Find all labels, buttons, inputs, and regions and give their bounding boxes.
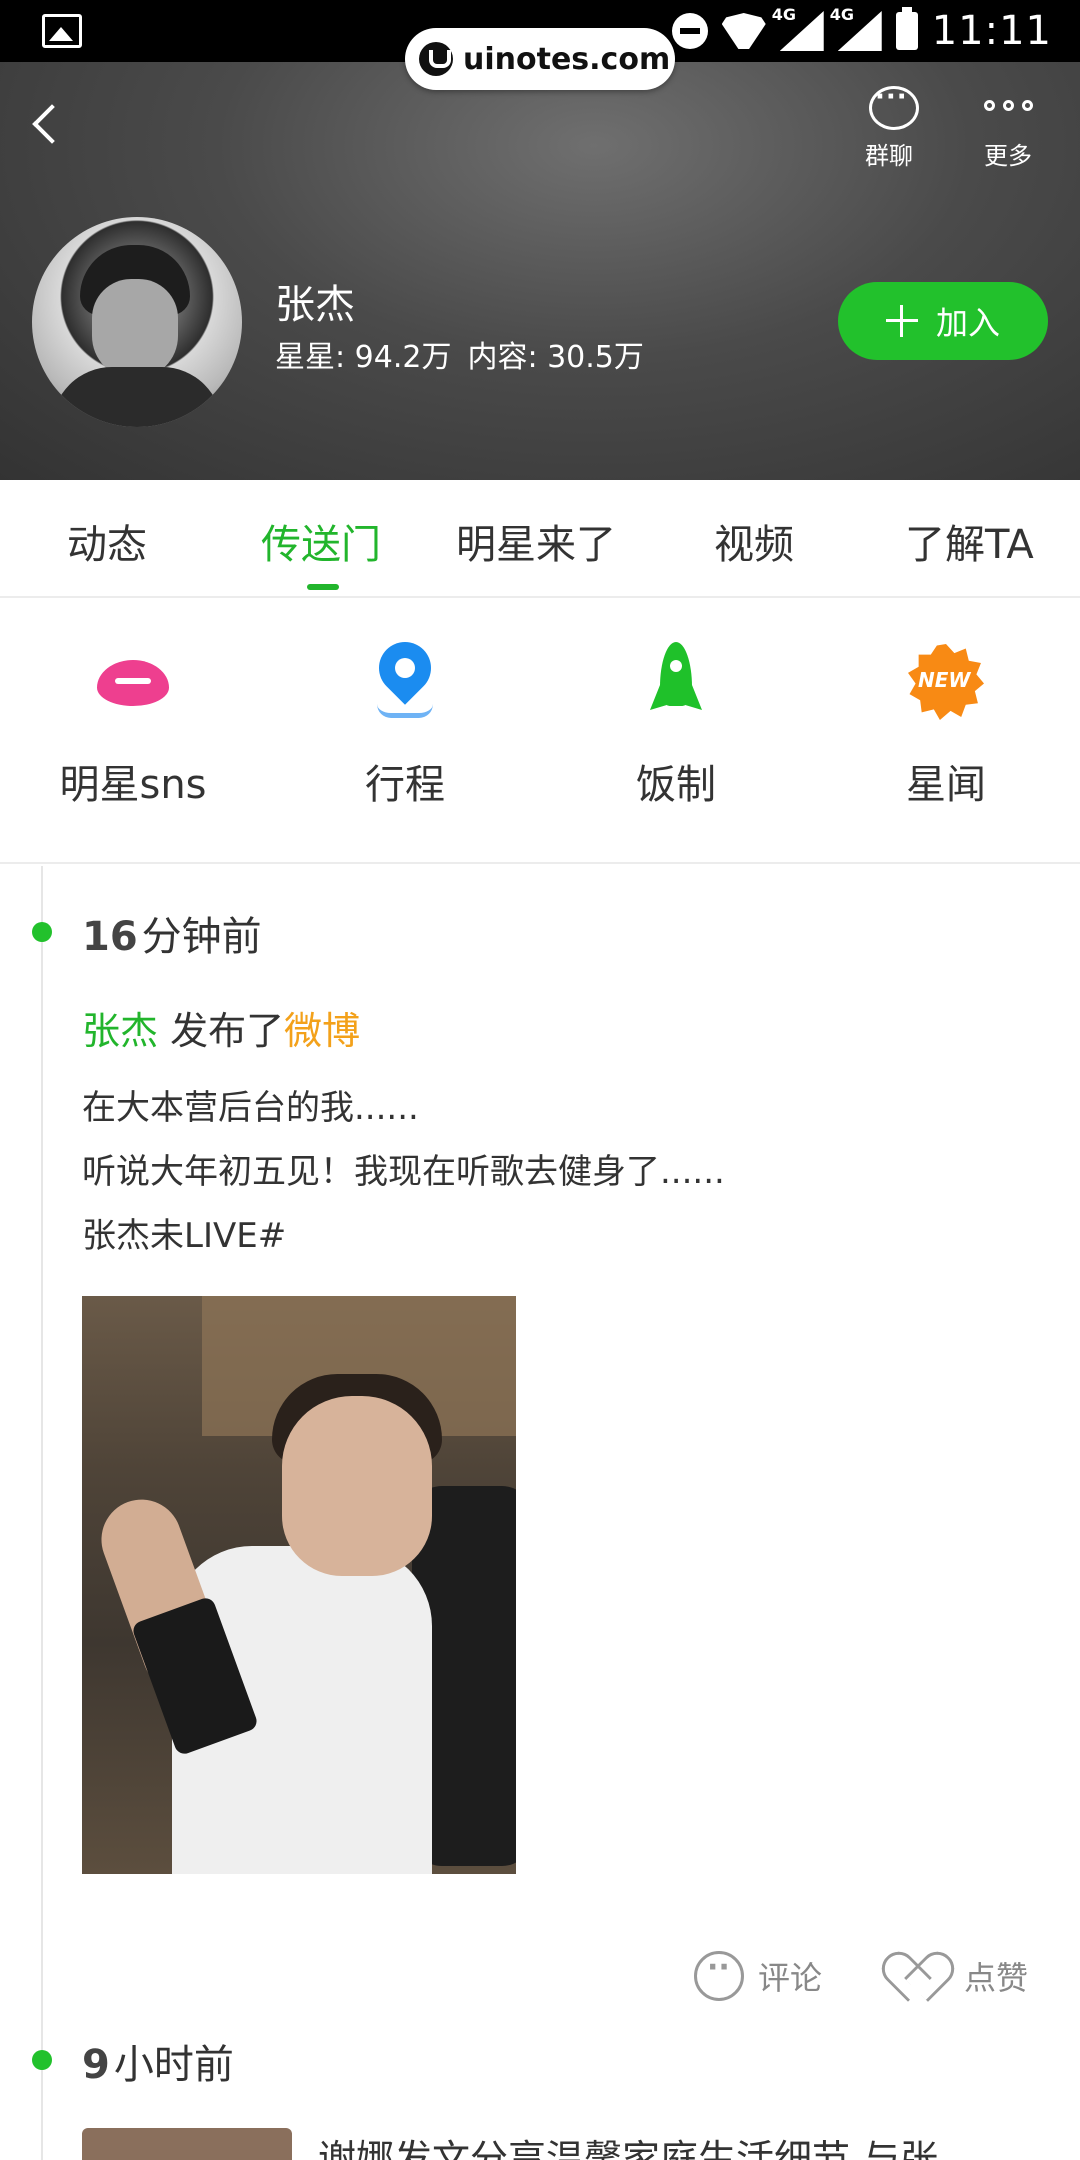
group-chat-button[interactable]: 群聊 <box>844 82 934 192</box>
more-button[interactable]: 更多 <box>963 82 1053 192</box>
gallery-notification-icon <box>42 14 82 48</box>
tab-about[interactable]: 了解TA <box>905 512 1034 570</box>
post-time: 16 分钟前 <box>82 904 262 962</box>
time-number: 16 <box>82 914 138 960</box>
shortcut-label: 饭制 <box>636 762 716 808</box>
timeline-dot <box>32 2050 52 2070</box>
star-stats: 星星: 94.2万 内容: 30.5万 <box>275 332 644 376</box>
watermark-badge: uinotes.com <box>405 28 675 90</box>
timeline-dot <box>32 922 52 942</box>
more-label: 更多 <box>984 142 1032 170</box>
tab-bar: 动态 传送门 明星来了 视频 了解TA <box>0 480 1080 598</box>
new-badge-icon: NEW <box>904 640 988 724</box>
join-button[interactable]: 加入 <box>838 282 1048 360</box>
time-number: 9 <box>82 2042 110 2088</box>
timeline-line <box>41 866 43 2160</box>
post-source[interactable]: 微博 <box>284 1009 360 1053</box>
rocket-icon <box>634 640 718 724</box>
post-author[interactable]: 张杰 <box>82 1009 158 1053</box>
group-chat-icon <box>863 82 919 130</box>
heart-icon <box>894 1951 950 2001</box>
network-type-label: 4G <box>771 5 796 24</box>
clock: 11:11 <box>931 8 1052 54</box>
like-button[interactable]: 点赞 <box>894 1946 1028 2006</box>
post-header: 张杰 发布了微博 <box>82 1000 360 1055</box>
watermark-text: uinotes.com <box>463 41 671 77</box>
location-pin-icon <box>363 640 447 724</box>
shortcut-fan-made[interactable]: 饭制 <box>566 640 786 810</box>
watermark-logo-icon <box>419 42 453 76</box>
star-profile-header: 群聊 更多 张杰 星星: 94.2万 内容: 30.5万 加入 <box>0 62 1080 480</box>
news-title[interactable]: 谢娜发文分享温馨家庭生活细节 与张 <box>318 2128 938 2160</box>
status-icons: 4G 4G 11:11 <box>671 5 1052 54</box>
tab-dynamics[interactable]: 动态 <box>67 512 147 570</box>
post-time: 9 小时前 <box>82 2032 234 2090</box>
time-unit: 小时前 <box>113 2042 234 2088</box>
tab-videos[interactable]: 视频 <box>714 512 794 570</box>
comment-label: 评论 <box>758 1959 823 1997</box>
network-type-label-2: 4G <box>829 5 854 24</box>
plus-icon <box>885 305 918 337</box>
shortcut-star-sns[interactable]: 明星sns <box>23 640 243 810</box>
shortcut-label: 明星sns <box>59 762 207 808</box>
star-avatar[interactable] <box>32 217 242 427</box>
post-text-line: 在大本营后台的我...... <box>82 1088 419 1128</box>
join-label: 加入 <box>935 304 1000 342</box>
lips-icon <box>91 640 175 724</box>
active-tab-indicator <box>307 584 339 590</box>
shortcut-schedule[interactable]: 行程 <box>295 640 515 810</box>
portal-shortcuts: 明星sns 行程 饭制 NEW 星闻 <box>0 600 1080 864</box>
star-name: 张杰 <box>275 282 355 328</box>
stars-count: 星星: 94.2万 <box>275 340 452 375</box>
timeline-feed: 16 分钟前 张杰 发布了微博 在大本营后台的我...... 听说大年初五见！我… <box>0 866 1080 2160</box>
tab-star-coming[interactable]: 明星来了 <box>456 512 616 570</box>
news-thumbnail[interactable] <box>82 2128 292 2160</box>
comment-icon <box>694 1950 744 2001</box>
post-text-line: 听说大年初五见！我现在听歌去健身了...... <box>82 1152 725 1192</box>
shortcut-label: 星闻 <box>906 762 986 808</box>
like-label: 点赞 <box>964 1959 1029 1997</box>
shortcut-label: 行程 <box>365 762 445 808</box>
post-text-line: 张杰未LIVE# <box>82 1216 287 1256</box>
back-button[interactable] <box>28 100 68 150</box>
time-unit: 分钟前 <box>141 914 262 960</box>
shortcut-star-news[interactable]: NEW 星闻 <box>836 640 1056 810</box>
comment-button[interactable]: 评论 <box>694 1946 822 2006</box>
wifi-icon <box>722 13 766 49</box>
group-chat-label: 群聊 <box>865 142 913 170</box>
post-photo[interactable] <box>82 1296 516 1874</box>
battery-icon <box>895 7 918 50</box>
content-count: 内容: 30.5万 <box>467 340 644 375</box>
more-icon <box>980 82 1036 128</box>
do-not-disturb-icon <box>671 13 708 49</box>
post-action: 发布了 <box>158 1009 285 1053</box>
tab-portal[interactable]: 传送门 <box>261 512 381 570</box>
signal-icon-2: 4G <box>830 5 882 51</box>
signal-icon: 4G <box>772 5 824 51</box>
